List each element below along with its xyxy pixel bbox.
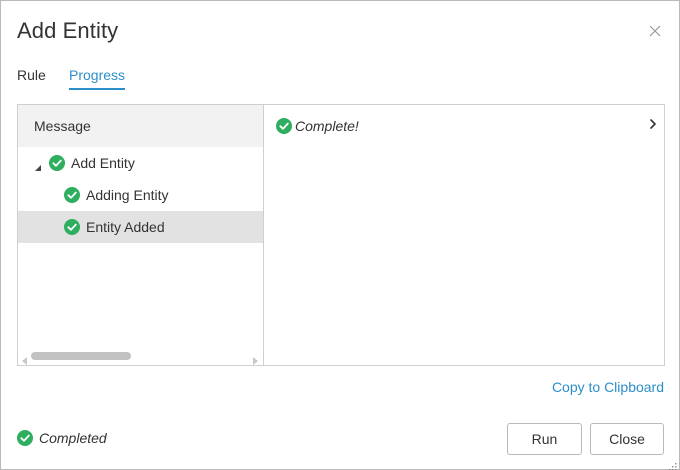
tab-rule[interactable]: Rule: [17, 67, 46, 83]
close-button[interactable]: Close: [590, 423, 664, 455]
progress-panel: Message Add Entity Adding Entity Entity …: [17, 104, 665, 366]
tree-item-adding-entity[interactable]: Adding Entity: [18, 179, 263, 211]
check-circle-icon: [64, 187, 80, 203]
chevron-right-icon[interactable]: [648, 117, 658, 129]
check-circle-icon: [276, 118, 292, 134]
check-circle-icon: [17, 430, 33, 446]
copy-to-clipboard-link[interactable]: Copy to Clipboard: [521, 379, 664, 395]
tree-item-add-entity[interactable]: Add Entity: [18, 147, 263, 179]
scrollbar-thumb[interactable]: [31, 352, 131, 360]
scroll-right-icon[interactable]: [252, 352, 258, 370]
tree-item-label: Adding Entity: [86, 187, 169, 203]
close-icon[interactable]: [647, 23, 663, 39]
tree-item-label: Entity Added: [86, 219, 165, 235]
check-circle-icon: [64, 219, 80, 235]
run-button[interactable]: Run: [507, 423, 582, 455]
active-tab-indicator: [69, 88, 125, 90]
tab-progress[interactable]: Progress: [69, 67, 125, 83]
message-column-header: Message: [18, 105, 263, 147]
horizontal-scrollbar[interactable]: [18, 349, 263, 365]
detail-pane: Complete!: [264, 105, 664, 365]
check-circle-icon: [49, 155, 65, 171]
resize-grip-icon[interactable]: [668, 458, 677, 470]
dialog-title: Add Entity: [17, 18, 119, 43]
scroll-left-icon[interactable]: [22, 352, 28, 370]
column-header-label: Message: [34, 118, 91, 134]
add-entity-dialog: Add Entity Rule Progress Message Add Ent…: [0, 0, 680, 470]
tree-item-label: Add Entity: [71, 155, 135, 171]
status-text: Completed: [39, 430, 107, 446]
tree-item-entity-added[interactable]: Entity Added: [18, 211, 263, 243]
message-tree: Message Add Entity Adding Entity Entity …: [18, 105, 264, 365]
expand-triangle-icon[interactable]: [34, 159, 42, 171]
detail-message: Complete!: [295, 118, 359, 134]
